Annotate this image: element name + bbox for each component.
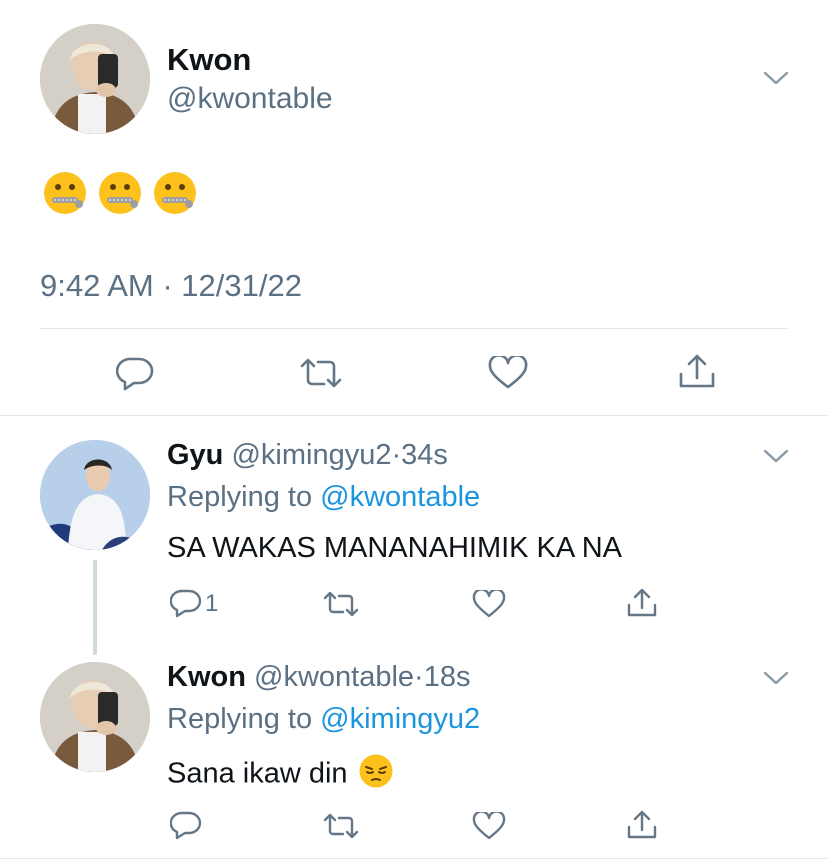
reply-text: SA WAKAS MANANAHIMIK KA NA <box>167 532 622 564</box>
avatar[interactable] <box>40 662 150 772</box>
replying-to-line: Replying to @kwontable <box>167 480 480 514</box>
replying-to-label: Replying to <box>167 703 313 735</box>
divider <box>0 858 828 859</box>
author-name[interactable]: Kwon <box>167 42 251 78</box>
divider <box>0 415 828 416</box>
replying-to-link[interactable]: @kwontable <box>320 481 480 513</box>
replying-to-link[interactable]: @kimingyu2 <box>320 703 480 735</box>
chevron-down-icon[interactable] <box>763 670 789 686</box>
tweet-age[interactable]: 34s <box>401 439 448 471</box>
separator: · <box>391 439 402 471</box>
zipper-mouth-face-icon <box>97 170 143 221</box>
divider <box>40 328 788 329</box>
zipper-mouth-face-icon <box>152 170 198 221</box>
retweet-icon[interactable] <box>322 590 360 618</box>
reply-header: Gyu @kimingyu2·34s <box>167 438 448 472</box>
like-icon[interactable] <box>488 356 528 390</box>
author-handle[interactable]: @kwontable <box>167 82 333 116</box>
tweet-age[interactable]: 18s <box>424 661 471 693</box>
share-icon[interactable] <box>625 808 659 840</box>
chevron-down-icon[interactable] <box>763 70 789 86</box>
pensive-face-icon <box>358 753 394 794</box>
share-icon[interactable] <box>625 586 659 618</box>
author-handle[interactable]: @kimingyu2 <box>231 439 391 471</box>
reply-text-row: Sana ikaw din <box>167 753 394 790</box>
avatar-image <box>40 440 150 550</box>
avatar-image <box>40 662 150 772</box>
reply-icon[interactable] <box>170 588 202 618</box>
avatar[interactable] <box>40 440 150 550</box>
replying-to-label: Replying to <box>167 481 313 513</box>
author-name[interactable]: Gyu <box>167 439 223 471</box>
retweet-icon[interactable] <box>298 356 344 390</box>
reply-count: 1 <box>205 590 219 617</box>
avatar-image <box>40 24 150 134</box>
chevron-down-icon[interactable] <box>763 448 789 464</box>
share-icon[interactable] <box>677 352 717 390</box>
replying-to-line: Replying to @kimingyu2 <box>167 702 480 736</box>
author-name[interactable]: Kwon <box>167 661 246 693</box>
reply-icon[interactable] <box>170 810 202 840</box>
like-icon[interactable] <box>472 590 506 618</box>
avatar[interactable] <box>40 24 150 134</box>
reply-text: Sana ikaw din <box>167 757 348 790</box>
separator: · <box>414 661 424 693</box>
like-icon[interactable] <box>472 812 506 840</box>
retweet-icon[interactable] <box>322 812 360 840</box>
reply-header: Kwon @kwontable·18s <box>167 660 470 694</box>
reply-icon[interactable] <box>116 355 154 391</box>
tweet-timestamp[interactable]: 9:42 AM · 12/31/22 <box>40 268 302 304</box>
thread-connector <box>93 560 97 655</box>
zipper-mouth-face-icon <box>42 170 88 221</box>
author-handle[interactable]: @kwontable <box>254 661 414 693</box>
